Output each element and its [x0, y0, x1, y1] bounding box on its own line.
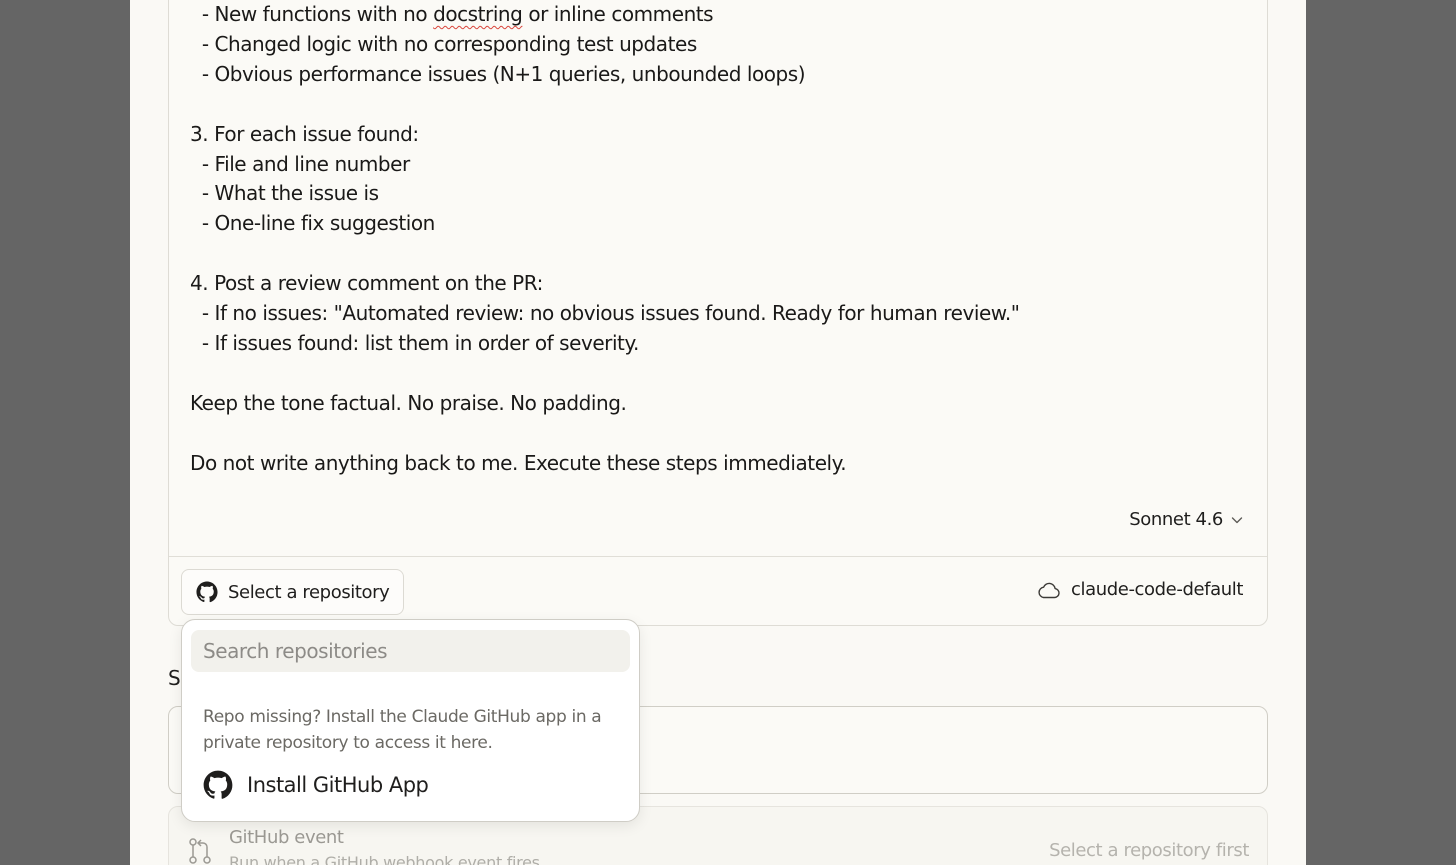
prompt-line: - One-line fix suggestion: [190, 211, 435, 235]
prompt-card: - New functions with no docstring or inl…: [168, 0, 1268, 626]
model-label: Sonnet 4.6: [1129, 509, 1223, 530]
prompt-line: - If no issues: "Automated review: no ob…: [190, 301, 1020, 325]
prompt-line: 3. For each issue found:: [190, 122, 419, 146]
prompt-line: 4. Post a review comment on the PR:: [190, 271, 543, 295]
pull-request-icon: [189, 838, 211, 864]
prompt-line: - File and line number: [190, 152, 410, 176]
prompt-line: - What the issue is: [190, 181, 379, 205]
prompt-line: - If issues found: list them in order of…: [190, 331, 640, 355]
trigger-description: Run when a GitHub webhook event fires: [229, 853, 540, 865]
select-repository-button[interactable]: Select a repository: [181, 569, 405, 615]
repo-missing-help-text: Repo missing? Install the Claude GitHub …: [203, 707, 602, 753]
prompt-line: - New functions with no docstring or inl…: [190, 2, 714, 26]
environment-label: claude-code-default: [1071, 579, 1243, 600]
card-divider: [169, 556, 1267, 557]
prompt-line: - Changed logic with no corresponding te…: [190, 32, 697, 56]
model-selector[interactable]: Sonnet 4.6: [1129, 509, 1243, 530]
prompt-line: Keep the tone factual. No praise. No pad…: [190, 391, 627, 415]
install-github-app-label: Install GitHub App: [247, 773, 429, 797]
repository-dropdown: Repo missing? Install the Claude GitHub …: [181, 619, 640, 822]
section-heading: S: [168, 666, 181, 690]
search-repositories-input[interactable]: [191, 630, 630, 672]
cloud-icon: [1038, 582, 1060, 598]
prompt-line: Do not write anything back to me. Execut…: [190, 451, 847, 475]
chevron-down-icon: [1231, 516, 1243, 523]
spellcheck-word: docstring: [433, 2, 523, 26]
install-github-app-button[interactable]: Install GitHub App: [203, 770, 429, 800]
trigger-hint: Select a repository first: [1049, 840, 1249, 861]
select-repository-label: Select a repository: [228, 581, 390, 603]
github-icon: [196, 581, 218, 603]
trigger-title: GitHub event: [229, 827, 344, 848]
github-icon: [203, 770, 233, 799]
environment-selector[interactable]: claude-code-default: [1037, 579, 1243, 600]
prompt-line: - Obvious performance issues (N+1 querie…: [190, 62, 806, 86]
